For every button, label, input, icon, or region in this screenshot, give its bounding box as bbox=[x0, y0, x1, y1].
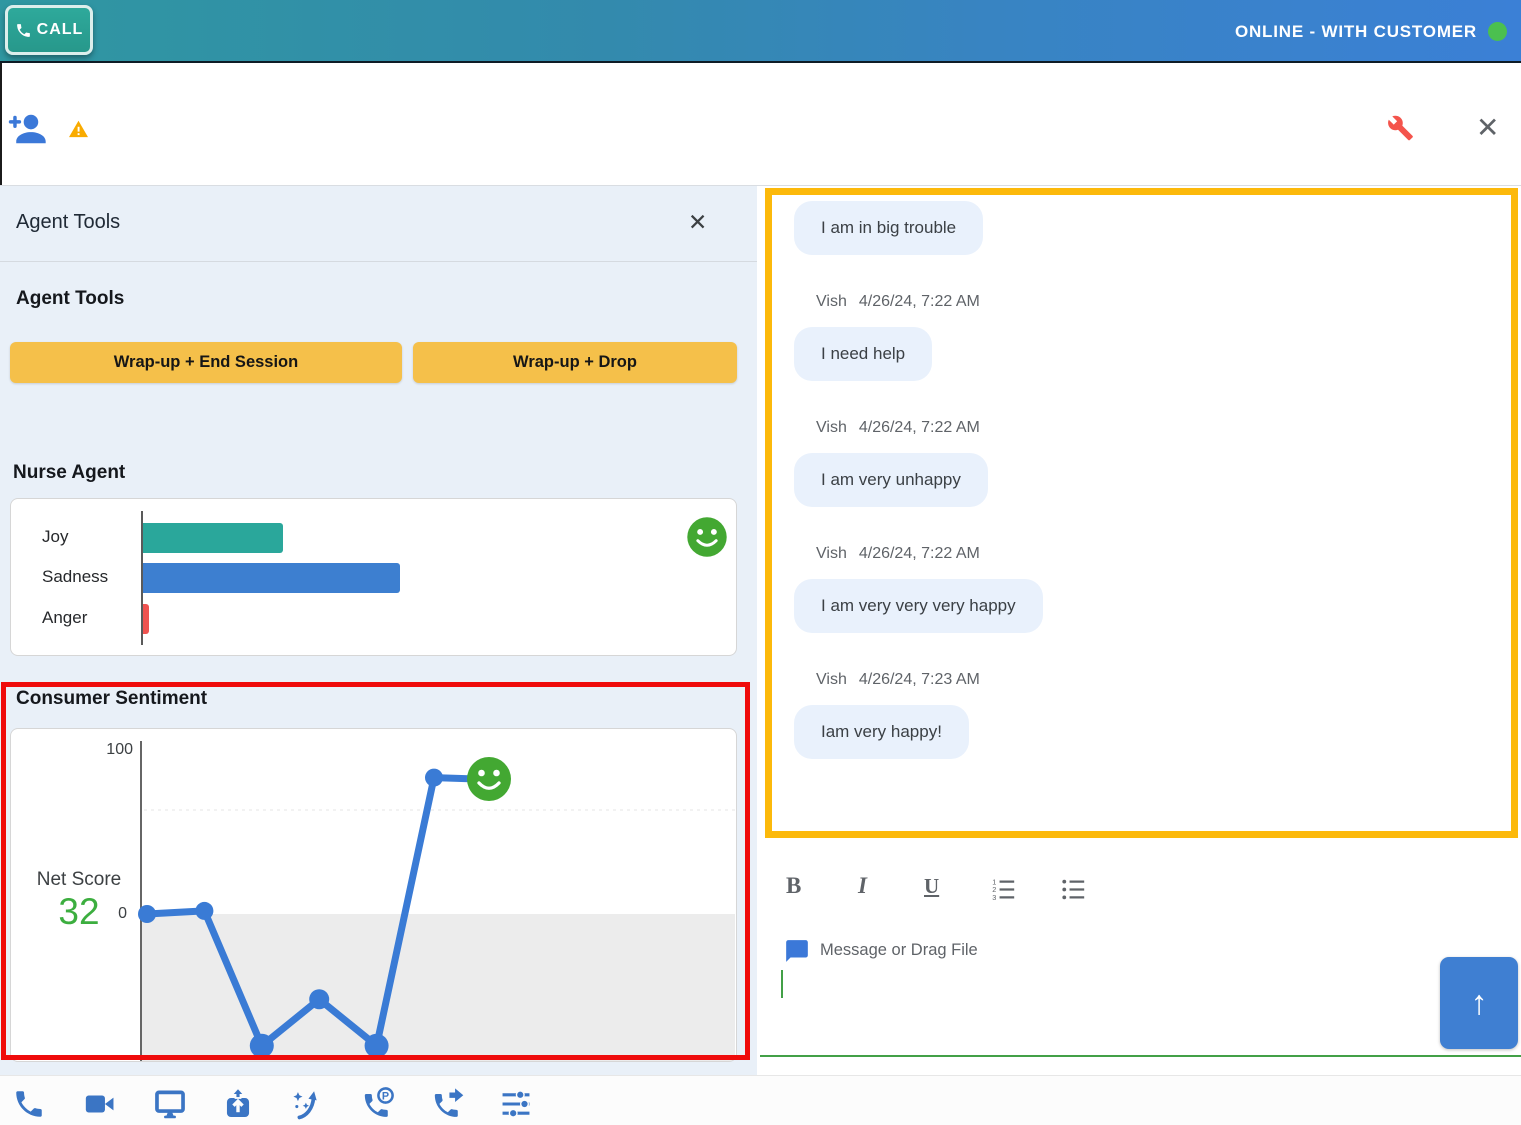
agent-tools-close-icon[interactable]: ✕ bbox=[688, 209, 707, 236]
ytick-100: 100 bbox=[81, 741, 133, 759]
svg-text:3: 3 bbox=[992, 893, 996, 902]
video-icon[interactable] bbox=[83, 1087, 117, 1121]
consumer-sentiment-chart-card: 100 0 Net Score 32 bbox=[10, 728, 737, 1062]
message-meta: Vish 4/26/24, 7:22 AM bbox=[816, 545, 1501, 563]
message-meta: Vish 4/26/24, 7:22 AM bbox=[816, 419, 1501, 437]
upload-icon[interactable] bbox=[221, 1087, 255, 1121]
bar-joy bbox=[143, 523, 283, 553]
bar-sadness bbox=[143, 563, 400, 593]
call-button[interactable]: CALL bbox=[5, 5, 93, 55]
send-button[interactable]: ↑ bbox=[1440, 957, 1518, 1049]
chat-message-group: Vish 4/26/24, 7:22 AM I am very unhappy bbox=[794, 419, 1501, 507]
consumer-sentiment-title: Consumer Sentiment bbox=[16, 688, 207, 710]
phone-icon bbox=[15, 22, 32, 39]
wrapup-drop-button[interactable]: Wrap-up + Drop bbox=[413, 342, 737, 383]
wrapup-end-session-button[interactable]: Wrap-up + End Session bbox=[10, 342, 402, 383]
top-status-bar: CALL ONLINE - WITH CUSTOMER bbox=[0, 0, 1521, 63]
call-controls-toolbar: P bbox=[0, 1075, 1521, 1125]
nurse-agent-title: Nurse Agent bbox=[13, 462, 125, 484]
bar-label-sadness: Sadness bbox=[42, 567, 137, 587]
status-online-dot bbox=[1488, 22, 1507, 41]
warning-icon bbox=[68, 119, 89, 138]
message-bubble: Iam very happy! bbox=[794, 705, 969, 759]
message-time: 4/26/24, 7:22 AM bbox=[859, 419, 980, 436]
message-bubble-icon bbox=[784, 938, 810, 964]
message-bubble: I am very very very happy bbox=[794, 579, 1043, 633]
bar-anger bbox=[143, 604, 149, 634]
message-meta: Vish 4/26/24, 7:22 AM bbox=[816, 293, 1501, 311]
format-bold-button[interactable]: B bbox=[786, 873, 801, 899]
message-sender: Vish bbox=[816, 545, 847, 562]
format-italic-button[interactable]: I bbox=[858, 873, 867, 899]
chat-message-group: Vish 4/26/24, 7:23 AM Iam very happy! bbox=[794, 671, 1501, 759]
message-sender: Vish bbox=[816, 293, 847, 310]
nurse-agent-chart-card: Joy Sadness Anger bbox=[10, 498, 737, 656]
unordered-list-icon[interactable] bbox=[1060, 876, 1087, 903]
close-session-icon[interactable]: ✕ bbox=[1476, 111, 1499, 144]
negative-region bbox=[141, 914, 735, 1062]
format-underline-button[interactable]: U bbox=[924, 874, 939, 899]
message-bubble: I need help bbox=[794, 327, 932, 381]
phone-icon[interactable] bbox=[12, 1087, 46, 1121]
message-time: 4/26/24, 7:22 AM bbox=[859, 545, 980, 562]
wrench-icon[interactable] bbox=[1387, 114, 1414, 142]
message-time: 4/26/24, 7:23 AM bbox=[859, 671, 980, 688]
screen-share-icon[interactable] bbox=[153, 1087, 187, 1121]
message-meta: Vish 4/26/24, 7:23 AM bbox=[816, 671, 1501, 689]
smart-transfer-icon[interactable] bbox=[292, 1087, 326, 1121]
session-status-text: ONLINE - WITH CUSTOMER bbox=[1235, 0, 1477, 63]
phone-forward-icon[interactable] bbox=[431, 1087, 465, 1121]
ordered-list-icon[interactable]: 1 2 3 bbox=[990, 876, 1017, 903]
composer-underline bbox=[760, 1055, 1521, 1057]
chat-message-group: I am in big trouble bbox=[794, 201, 1501, 255]
add-person-icon[interactable] bbox=[8, 109, 46, 149]
svg-text:P: P bbox=[382, 1090, 389, 1102]
phone-park-icon[interactable]: P bbox=[361, 1087, 395, 1121]
settings-sliders-icon[interactable] bbox=[499, 1087, 533, 1121]
message-input[interactable]: Message or Drag File bbox=[820, 941, 978, 960]
message-time: 4/26/24, 7:22 AM bbox=[859, 293, 980, 310]
net-score-value: 32 bbox=[21, 891, 137, 933]
agent-tools-section-title: Agent Tools bbox=[16, 288, 124, 310]
message-bubble: I am in big trouble bbox=[794, 201, 983, 255]
happy-face-icon bbox=[685, 515, 729, 559]
bar-label-joy: Joy bbox=[42, 527, 137, 547]
participants-bar: Vish (link@secure.revation.com)—Online V… bbox=[0, 65, 1521, 185]
happy-face-icon bbox=[467, 757, 511, 801]
message-sender: Vish bbox=[816, 671, 847, 688]
bar-label-anger: Anger bbox=[42, 608, 137, 628]
net-score-label: Net Score bbox=[21, 869, 137, 891]
text-caret bbox=[781, 970, 783, 998]
message-bubble: I am very unhappy bbox=[794, 453, 988, 507]
agent-tools-header-title: Agent Tools bbox=[16, 211, 120, 234]
agent-tools-header: Agent Tools ✕ bbox=[0, 186, 757, 262]
chat-message-group: Vish 4/26/24, 7:22 AM I am very very very… bbox=[794, 545, 1501, 633]
chat-message-list[interactable]: I am in big trouble Vish 4/26/24, 7:22 AM… bbox=[765, 188, 1518, 838]
chat-message-group: Vish 4/26/24, 7:22 AM I need help bbox=[794, 293, 1501, 381]
agent-tools-panel: Agent Tools ✕ Agent Tools Wrap-up + End … bbox=[0, 185, 757, 1075]
app-window: CALL ONLINE - WITH CUSTOMER Vish (link@s… bbox=[0, 0, 1521, 1125]
message-sender: Vish bbox=[816, 419, 847, 436]
call-button-label: CALL bbox=[37, 21, 84, 39]
